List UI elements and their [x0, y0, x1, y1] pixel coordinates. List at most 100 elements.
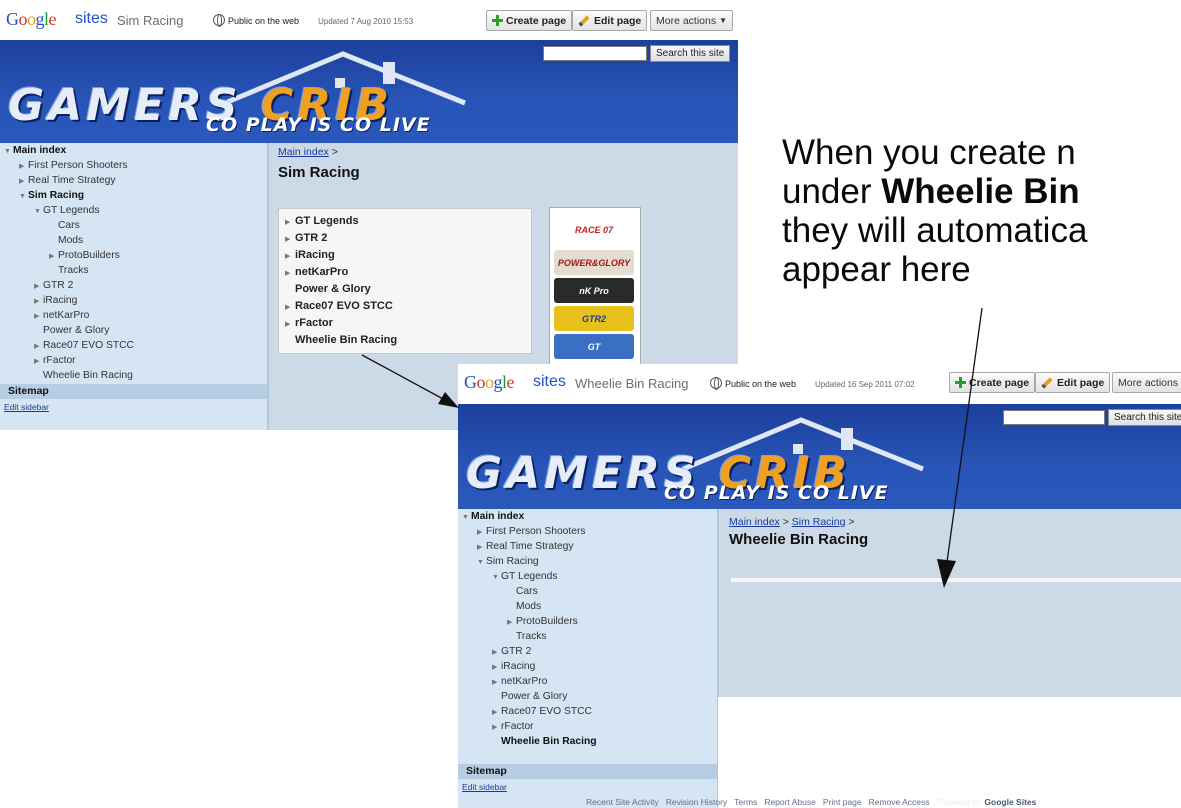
sidebar-item[interactable]: Tracks — [462, 629, 597, 644]
create-page-button[interactable]: Create page — [486, 10, 573, 31]
triangle-right-icon[interactable]: ▶ — [285, 214, 295, 231]
sidebar-item[interactable]: ▶ GTR 2 — [462, 644, 597, 659]
sidebar-item[interactable]: Cars — [4, 218, 134, 233]
triangle-down-icon[interactable]: ▼ — [4, 144, 13, 159]
sidebar-item[interactable]: ▶ GTR 2 — [4, 278, 134, 293]
edit-sidebar-link[interactable]: Edit sidebar — [4, 402, 49, 412]
triangle-right-icon[interactable]: ▶ — [49, 249, 58, 264]
site-name[interactable]: Sim Racing — [117, 13, 183, 28]
triangle-right-icon[interactable]: ▶ — [285, 299, 295, 316]
sidebar-item[interactable]: ▼ GT Legends — [462, 569, 597, 584]
sidebar-item[interactable]: ▶ Real Time Strategy — [462, 539, 597, 554]
sidebar-item[interactable]: ▶ Race07 EVO STCC — [4, 338, 134, 353]
sidebar-item[interactable]: ▶ ProtoBuilders — [4, 248, 134, 263]
triangle-right-icon[interactable]: ▶ — [477, 540, 486, 555]
search-input[interactable] — [543, 46, 647, 61]
sidebar-item[interactable]: ▶ rFactor — [462, 719, 597, 734]
triangle-right-icon[interactable]: ▶ — [507, 615, 516, 630]
sidebar-item[interactable]: ▶ First Person Shooters — [462, 524, 597, 539]
sidebar-item[interactable]: ▼ Main index — [4, 143, 134, 158]
sidebar-item[interactable]: ▼ GT Legends — [4, 203, 134, 218]
sidebar-item[interactable]: ▶ rFactor — [4, 353, 134, 368]
triangle-right-icon[interactable]: ▶ — [34, 354, 43, 369]
footer-link[interactable]: Remove Access — [869, 797, 930, 807]
triangle-right-icon[interactable]: ▶ — [34, 279, 43, 294]
game-thumbnail[interactable]: POWER&GLORY — [554, 250, 634, 275]
triangle-right-icon[interactable]: ▶ — [492, 720, 501, 735]
edit-page-button[interactable]: Edit page — [572, 10, 648, 31]
subpage-item[interactable]: ▶ rFactor — [285, 315, 531, 332]
triangle-right-icon[interactable]: ▶ — [19, 174, 28, 189]
subpage-item[interactable]: Power & Glory — [285, 281, 531, 298]
game-thumbnail[interactable]: GT — [554, 334, 634, 359]
sites-label[interactable]: sites — [75, 10, 108, 28]
search-this-site-button[interactable]: Search this site — [650, 45, 731, 62]
sidebar-item[interactable]: Mods — [4, 233, 134, 248]
sidebar-item[interactable]: ▶ iRacing — [462, 659, 597, 674]
triangle-right-icon[interactable]: ▶ — [19, 159, 28, 174]
subpage-item[interactable]: ▶ GT Legends — [285, 213, 531, 230]
triangle-down-icon[interactable]: ▼ — [462, 510, 471, 525]
triangle-right-icon[interactable]: ▶ — [285, 248, 295, 265]
more-actions-button[interactable]: More actions▼ — [650, 10, 734, 31]
triangle-right-icon[interactable]: ▶ — [34, 294, 43, 309]
sidebar-item[interactable]: ▶ netKarPro — [4, 308, 134, 323]
subpage-item[interactable]: ▶ iRacing — [285, 247, 531, 264]
triangle-right-icon[interactable]: ▶ — [285, 265, 295, 282]
search-this-site-button[interactable]: Search this site — [1108, 409, 1181, 426]
triangle-down-icon[interactable]: ▼ — [19, 189, 28, 204]
triangle-right-icon[interactable]: ▶ — [34, 309, 43, 324]
more-actions-button[interactable]: More actions▼ — [1112, 372, 1181, 393]
triangle-down-icon[interactable]: ▼ — [34, 204, 43, 219]
sitemap-link[interactable]: Sitemap — [0, 384, 267, 399]
game-thumbnail[interactable]: nK Pro — [554, 278, 634, 303]
sidebar-item[interactable]: ▶ ProtoBuilders — [462, 614, 597, 629]
subpage-item[interactable]: Wheelie Bin Racing — [285, 332, 531, 349]
sidebar-item[interactable]: ▼ Sim Racing — [4, 188, 134, 203]
breadcrumb-sim-racing-link[interactable]: Sim Racing — [792, 516, 846, 528]
triangle-right-icon[interactable]: ▶ — [492, 660, 501, 675]
triangle-right-icon[interactable]: ▶ — [285, 231, 295, 248]
public-label[interactable]: Public on the web — [228, 16, 299, 26]
sites-label[interactable]: sites — [533, 373, 566, 391]
game-thumbnail[interactable]: GTR2 — [554, 306, 634, 331]
triangle-right-icon[interactable]: ▶ — [285, 316, 295, 333]
triangle-down-icon[interactable]: ▼ — [492, 570, 501, 585]
footer-link[interactable]: Revision History — [666, 797, 727, 807]
sidebar-item[interactable]: ▶ First Person Shooters — [4, 158, 134, 173]
sidebar-item[interactable]: Power & Glory — [4, 323, 134, 338]
public-label[interactable]: Public on the web — [725, 379, 796, 389]
triangle-right-icon[interactable]: ▶ — [492, 645, 501, 660]
sidebar-item[interactable]: ▶ Real Time Strategy — [4, 173, 134, 188]
edit-sidebar-link[interactable]: Edit sidebar — [462, 782, 507, 792]
sidebar-item[interactable]: ▶ iRacing — [4, 293, 134, 308]
footer-link[interactable]: Recent Site Activity — [586, 797, 659, 807]
footer-link[interactable]: Report Abuse — [764, 797, 816, 807]
sidebar-item[interactable]: Tracks — [4, 263, 134, 278]
subpage-item[interactable]: ▶ Race07 EVO STCC — [285, 298, 531, 315]
footer-link[interactable]: Terms — [734, 797, 757, 807]
sidebar-item[interactable]: Cars — [462, 584, 597, 599]
game-thumbnail[interactable]: RACE 07 — [554, 212, 634, 248]
sidebar-item[interactable]: Wheelie Bin Racing — [4, 368, 134, 383]
sidebar-item[interactable]: ▼ Main index — [462, 509, 597, 524]
create-page-button[interactable]: Create page — [949, 372, 1036, 393]
footer-link[interactable]: Print page — [823, 797, 862, 807]
google-sites-link[interactable]: Google Sites — [984, 797, 1036, 807]
subpage-item[interactable]: ▶ netKarPro — [285, 264, 531, 281]
site-name[interactable]: Wheelie Bin Racing — [575, 376, 688, 391]
sidebar-item[interactable]: Wheelie Bin Racing — [462, 734, 597, 749]
subpage-item[interactable]: ▶ GTR 2 — [285, 230, 531, 247]
google-logo[interactable]: Google — [464, 372, 514, 393]
triangle-right-icon[interactable]: ▶ — [477, 525, 486, 540]
edit-page-button[interactable]: Edit page — [1035, 372, 1111, 393]
search-input[interactable] — [1003, 410, 1105, 425]
triangle-down-icon[interactable]: ▼ — [477, 555, 486, 570]
triangle-right-icon[interactable]: ▶ — [492, 705, 501, 720]
sidebar-item[interactable]: ▼ Sim Racing — [462, 554, 597, 569]
sidebar-item[interactable]: Mods — [462, 599, 597, 614]
sidebar-item[interactable]: ▶ Race07 EVO STCC — [462, 704, 597, 719]
triangle-right-icon[interactable]: ▶ — [492, 675, 501, 690]
breadcrumb-main-index-link[interactable]: Main index — [278, 146, 329, 158]
breadcrumb-main-index-link[interactable]: Main index — [729, 516, 780, 528]
